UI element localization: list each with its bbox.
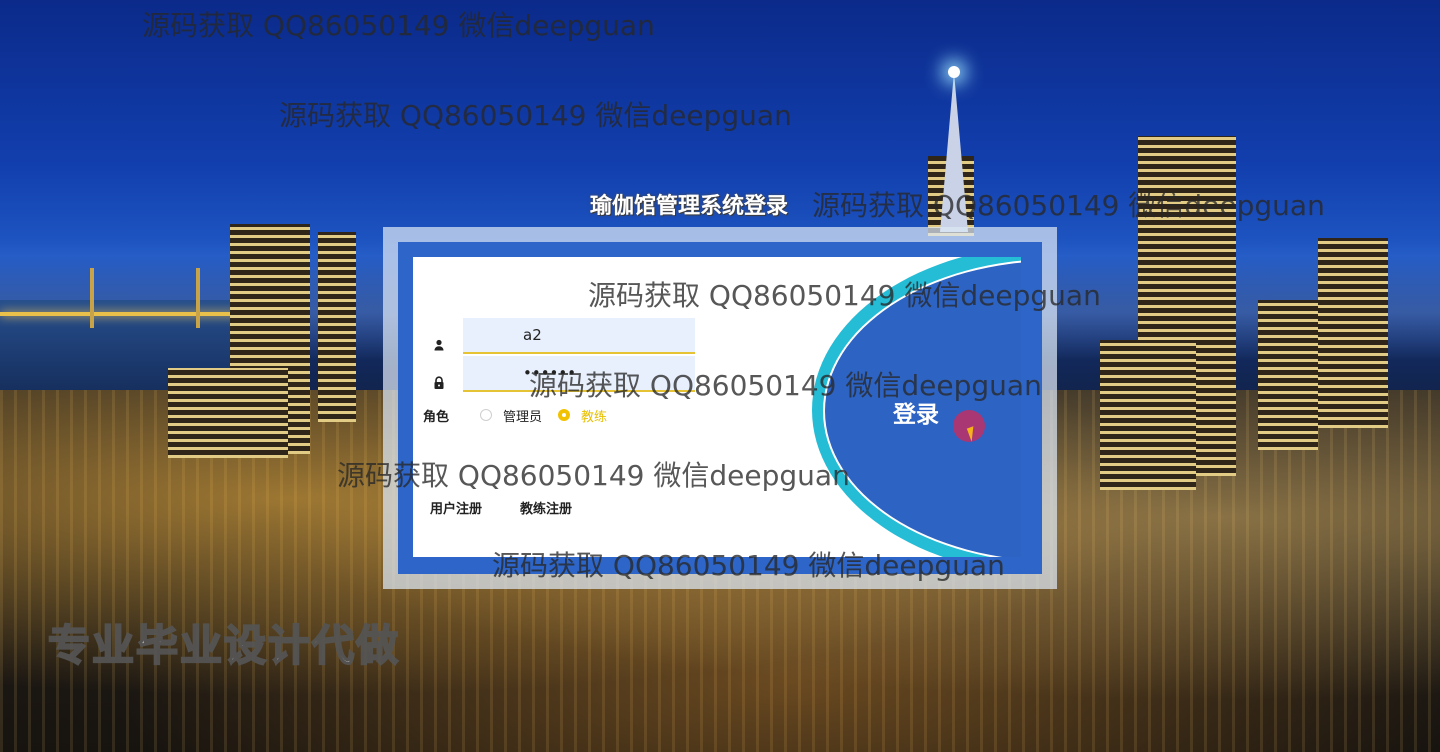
watermark: 源码获取 QQ86050149 微信deepguan: [337, 459, 850, 492]
skyscraper: [1318, 238, 1388, 428]
bridge-tower: [90, 268, 94, 328]
skyscraper: [318, 232, 356, 422]
coach-register-link[interactable]: 教练注册: [520, 498, 572, 517]
username-input[interactable]: [463, 318, 695, 354]
promo-text: 专业毕业设计代做: [47, 620, 401, 671]
role-radio-coach[interactable]: [558, 409, 570, 421]
role-label-coach[interactable]: 教练: [581, 406, 607, 425]
lock-icon: [432, 375, 446, 389]
role-label: 角色: [423, 410, 450, 425]
user-register-link[interactable]: 用户注册: [430, 498, 482, 517]
bay-bridge: [0, 312, 240, 316]
role-label-admin[interactable]: 管理员: [503, 406, 542, 425]
watermark: 源码获取 QQ86050149 微信deepguan: [492, 549, 1005, 582]
watermark: 源码获取 QQ86050149 微信deepguan: [812, 189, 1325, 222]
user-icon: [432, 337, 446, 351]
skyscraper: [1100, 340, 1196, 490]
watermark: 源码获取 QQ86050149 微信deepguan: [588, 279, 1101, 312]
role-radio-admin[interactable]: [480, 409, 492, 421]
spire-light: [948, 66, 960, 78]
system-title: 瑜伽馆管理系统登录: [590, 194, 789, 219]
skyscraper: [168, 368, 288, 458]
bridge-tower: [196, 268, 200, 328]
watermark: 源码获取 QQ86050149 微信deepguan: [529, 369, 1042, 402]
skyscraper: [1258, 300, 1318, 450]
watermark: 源码获取 QQ86050149 微信deepguan: [142, 9, 655, 42]
watermark: 源码获取 QQ86050149 微信deepguan: [279, 99, 792, 132]
